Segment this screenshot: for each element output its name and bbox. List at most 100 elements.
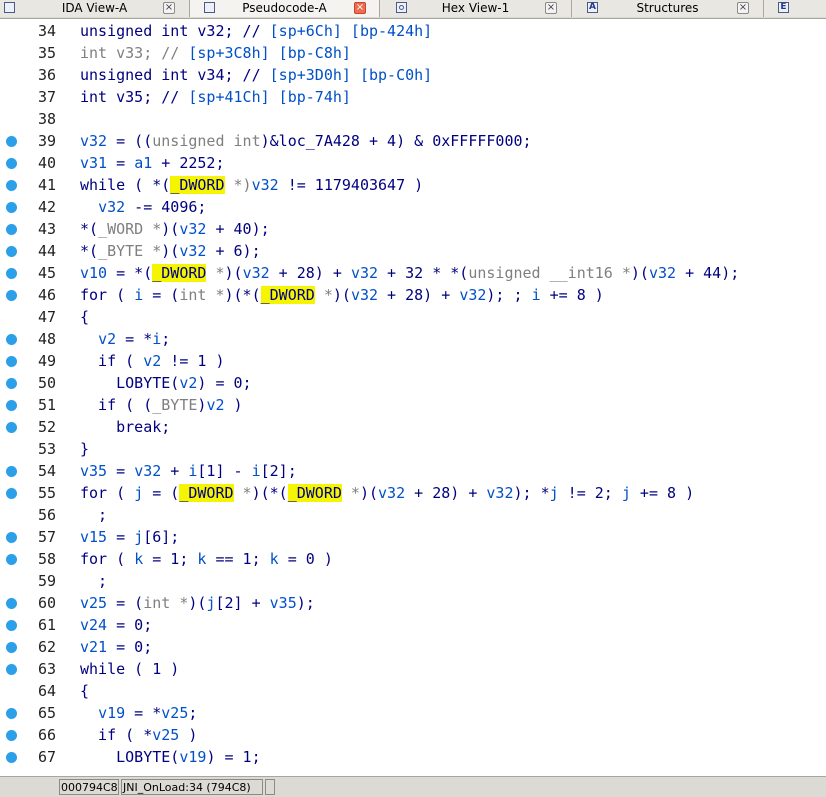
code-text[interactable]: v10 = *(_DWORD *)(v32 + 28) + v32 + 32 *…: [80, 262, 739, 284]
code-text[interactable]: int v35; // [sp+41Ch] [bp-74h]: [80, 86, 351, 108]
tab-ida-view[interactable]: IDA View-A ×: [0, 0, 190, 17]
code-text[interactable]: v15 = j[6];: [80, 526, 179, 548]
code-text[interactable]: v2 = *i;: [80, 328, 170, 350]
close-icon[interactable]: ×: [737, 2, 749, 14]
breakpoint-dot-icon[interactable]: [6, 664, 17, 675]
breakpoint-dot-icon[interactable]: [6, 356, 17, 367]
code-text[interactable]: }: [80, 438, 89, 460]
code-text[interactable]: v35 = v32 + i[1] - i[2];: [80, 460, 297, 482]
code-line[interactable]: 53}: [0, 438, 826, 460]
code-text[interactable]: break;: [80, 416, 170, 438]
breakpoint-dot-icon[interactable]: [6, 400, 17, 411]
breakpoint-dot-icon[interactable]: [6, 532, 17, 543]
code-text[interactable]: *(_WORD *)(v32 + 40);: [80, 218, 270, 240]
code-text[interactable]: {: [80, 306, 89, 328]
code-text[interactable]: v19 = *v25;: [80, 702, 197, 724]
code-text[interactable]: if ( *v25 ): [80, 724, 197, 746]
code-line[interactable]: 48 v2 = *i;: [0, 328, 826, 350]
code-line[interactable]: 54 v35 = v32 + i[1] - i[2];: [0, 460, 826, 482]
code-text[interactable]: if ( v2 != 1 ): [80, 350, 224, 372]
tab-enums-partial[interactable]: E: [764, 0, 826, 17]
code-text[interactable]: ;: [80, 504, 107, 526]
code-line[interactable]: 67 LOBYTE(v19) = 1;: [0, 746, 826, 768]
breakpoint-dot-icon[interactable]: [6, 620, 17, 631]
code-line[interactable]: 59 ;: [0, 570, 826, 592]
breakpoint-dot-icon[interactable]: [6, 730, 17, 741]
breakpoint-dot-icon[interactable]: [6, 598, 17, 609]
code-line[interactable]: 41 while ( *(_DWORD *)v32 != 1179403647 ): [0, 174, 826, 196]
code-line[interactable]: 44 *(_BYTE *)(v32 + 6);: [0, 240, 826, 262]
code-line[interactable]: 62 v21 = 0;: [0, 636, 826, 658]
code-text[interactable]: LOBYTE(v19) = 1;: [80, 746, 261, 768]
code-line[interactable]: 66 if ( *v25 ): [0, 724, 826, 746]
breakpoint-dot-icon[interactable]: [6, 136, 17, 147]
code-line[interactable]: 43 *(_WORD *)(v32 + 40);: [0, 218, 826, 240]
breakpoint-dot-icon[interactable]: [6, 180, 17, 191]
code-line[interactable]: 57 v15 = j[6];: [0, 526, 826, 548]
breakpoint-dot-icon[interactable]: [6, 246, 17, 257]
breakpoint-dot-icon[interactable]: [6, 378, 17, 389]
code-line[interactable]: 60 v25 = (int *)(j[2] + v35);: [0, 592, 826, 614]
code-text[interactable]: v24 = 0;: [80, 614, 152, 636]
code-text[interactable]: v31 = a1 + 2252;: [80, 152, 225, 174]
code-line[interactable]: 39 v32 = ((unsigned int)&loc_7A428 + 4) &…: [0, 130, 826, 152]
code-text[interactable]: *(_BYTE *)(v32 + 6);: [80, 240, 261, 262]
code-line[interactable]: 42 v32 -= 4096;: [0, 196, 826, 218]
code-text[interactable]: ;: [80, 570, 107, 592]
code-text[interactable]: v21 = 0;: [80, 636, 152, 658]
code-line[interactable]: 46 for ( i = (int *)(*(_DWORD *)(v32 + 28…: [0, 284, 826, 306]
breakpoint-dot-icon[interactable]: [6, 708, 17, 719]
breakpoint-dot-icon[interactable]: [6, 554, 17, 565]
close-icon[interactable]: ×: [354, 2, 366, 14]
code-line[interactable]: 58 for ( k = 1; k == 1; k = 0 ): [0, 548, 826, 570]
breakpoint-dot-icon[interactable]: [6, 752, 17, 763]
code-line[interactable]: 55 for ( j = (_DWORD *)(*(_DWORD *)(v32 +…: [0, 482, 826, 504]
code-line[interactable]: 37 int v35; // [sp+41Ch] [bp-74h]: [0, 86, 826, 108]
code-line[interactable]: 38: [0, 108, 826, 130]
close-icon[interactable]: ×: [545, 2, 557, 14]
code-line[interactable]: 34 unsigned int v32; // [sp+6Ch] [bp-424h…: [0, 20, 826, 42]
code-text[interactable]: for ( j = (_DWORD *)(*(_DWORD *)(v32 + 2…: [80, 482, 694, 504]
code-text[interactable]: v32 -= 4096;: [80, 196, 206, 218]
close-icon[interactable]: ×: [163, 2, 175, 14]
code-line[interactable]: 45 v10 = *(_DWORD *)(v32 + 28) + v32 + 32…: [0, 262, 826, 284]
code-line[interactable]: 61 v24 = 0;: [0, 614, 826, 636]
breakpoint-dot-icon[interactable]: [6, 642, 17, 653]
code-line[interactable]: 40 v31 = a1 + 2252;: [0, 152, 826, 174]
breakpoint-dot-icon[interactable]: [6, 488, 17, 499]
breakpoint-dot-icon[interactable]: [6, 422, 17, 433]
code-line[interactable]: 63 while ( 1 ): [0, 658, 826, 680]
code-line[interactable]: 52 break;: [0, 416, 826, 438]
code-text[interactable]: {: [80, 680, 89, 702]
code-line[interactable]: 51 if ( (_BYTE)v2 ): [0, 394, 826, 416]
code-line[interactable]: 50 LOBYTE(v2) = 0;: [0, 372, 826, 394]
tab-hex-view[interactable]: Hex View-1 ×: [380, 0, 572, 17]
code-text[interactable]: for ( i = (int *)(*(_DWORD *)(v32 + 28) …: [80, 284, 604, 306]
breakpoint-dot-icon[interactable]: [6, 202, 17, 213]
code-text[interactable]: for ( k = 1; k == 1; k = 0 ): [80, 548, 333, 570]
breakpoint-dot-icon[interactable]: [6, 158, 17, 169]
code-line[interactable]: 64 {: [0, 680, 826, 702]
code-line[interactable]: 35 int v33; // [sp+3C8h] [bp-C8h]: [0, 42, 826, 64]
code-line[interactable]: 47 {: [0, 306, 826, 328]
code-text[interactable]: unsigned int v32; // [sp+6Ch] [bp-424h]: [80, 20, 432, 42]
code-text[interactable]: if ( (_BYTE)v2 ): [80, 394, 243, 416]
breakpoint-dot-icon[interactable]: [6, 334, 17, 345]
breakpoint-dot-icon[interactable]: [6, 224, 17, 235]
code-text[interactable]: LOBYTE(v2) = 0;: [80, 372, 251, 394]
code-line[interactable]: 49 if ( v2 != 1 ): [0, 350, 826, 372]
breakpoint-dot-icon[interactable]: [6, 466, 17, 477]
code-text[interactable]: while ( *(_DWORD *)v32 != 1179403647 ): [80, 174, 423, 196]
breakpoint-dot-icon[interactable]: [6, 290, 17, 301]
code-text[interactable]: while ( 1 ): [80, 658, 179, 680]
tab-structures[interactable]: A Structures ×: [572, 0, 764, 17]
tab-pseudocode[interactable]: Pseudocode-A ×: [190, 0, 380, 17]
code-line[interactable]: 36 unsigned int v34; // [sp+3D0h] [bp-C0h…: [0, 64, 826, 86]
code-text[interactable]: int v33; // [sp+3C8h] [bp-C8h]: [80, 42, 351, 64]
code-text[interactable]: v32 = ((unsigned int)&loc_7A428 + 4) & 0…: [80, 130, 532, 152]
code-line[interactable]: 56 ;: [0, 504, 826, 526]
pseudocode-view[interactable]: 34 unsigned int v32; // [sp+6Ch] [bp-424h…: [0, 20, 826, 774]
code-line[interactable]: 65 v19 = *v25;: [0, 702, 826, 724]
code-text[interactable]: unsigned int v34; // [sp+3D0h] [bp-C0h]: [80, 64, 432, 86]
breakpoint-dot-icon[interactable]: [6, 268, 17, 279]
